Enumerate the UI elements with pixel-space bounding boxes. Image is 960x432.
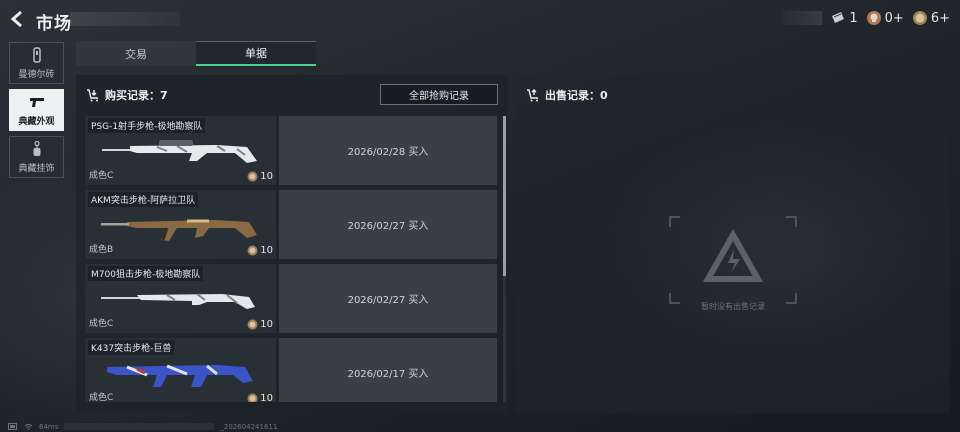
item-name: M700狙击步枪-极地勘察队 xyxy=(88,266,204,281)
ping-text: 64ms xyxy=(39,422,59,431)
all-snapup-records-button[interactable]: 全部抢购记录 xyxy=(380,84,498,105)
currency-skull-value: 0+ xyxy=(884,10,904,26)
item-price-value: 10 xyxy=(260,319,273,330)
empty-state-logo-icon xyxy=(669,216,797,304)
sniper-rifle-image xyxy=(102,140,257,163)
buy-records-panel: 购买记录：7 全部抢购记录 PSG-1射手步枪-极地勘察队 成色C 10 202… xyxy=(76,75,508,413)
sidebar-item-charms[interactable]: 典藏挂饰 xyxy=(9,136,64,178)
gold-coin-icon xyxy=(247,319,258,330)
wifi-icon xyxy=(24,424,33,430)
item-price: 10 xyxy=(247,171,273,182)
purchase-date: 2026/02/27 买入 xyxy=(279,264,497,333)
item-price-value: 10 xyxy=(260,245,273,256)
empty-state-text: 暂时没有出售记录 xyxy=(701,302,765,311)
currency-ticket[interactable]: 1 xyxy=(830,10,858,26)
assault-rifle-image xyxy=(101,219,257,241)
skull-coin-icon xyxy=(866,11,881,25)
assault-rifle-image xyxy=(107,364,253,387)
top-bar: 市场 1 0+ 6+ xyxy=(0,0,960,38)
sell-records-panel: 出售记录：0 暂时没有出售记录 xyxy=(516,75,950,413)
list-item[interactable]: AKM突击步枪-阿萨拉卫队 成色B 10 2026/02/27 买入 xyxy=(85,190,497,259)
title-decoration xyxy=(70,12,180,26)
pistol-icon xyxy=(29,98,44,107)
item-name: K437突击步枪-巨兽 xyxy=(88,340,175,355)
item-card: AKM突击步枪-阿萨拉卫队 成色B 10 xyxy=(85,190,276,259)
status-bar: 64ms _202604241611 xyxy=(8,421,277,432)
item-grade: 成色C xyxy=(89,319,114,329)
sniper-rifle-image xyxy=(101,293,255,309)
tab-trade[interactable]: 交易 xyxy=(76,41,196,66)
currency-skull[interactable]: 0+ xyxy=(866,10,904,26)
item-name: AKM突击步枪-阿萨拉卫队 xyxy=(88,192,199,207)
sidebar-item-label: 曼德尔砖 xyxy=(18,70,55,80)
gold-coin-icon xyxy=(247,171,258,182)
sell-records-header: 出售记录：0 xyxy=(526,87,608,103)
gold-coin-icon xyxy=(247,245,258,256)
tab-orders[interactable]: 单据 xyxy=(196,41,316,66)
cart-out-icon xyxy=(527,89,538,102)
battery-icon xyxy=(8,423,17,430)
sidebar-item-skins[interactable]: 典藏外观 xyxy=(9,89,64,131)
buy-records-header: 购买记录：7 xyxy=(86,87,168,103)
item-card: K437突击步枪-巨兽 成色C 10 xyxy=(85,338,276,402)
item-price: 10 xyxy=(247,319,273,330)
purchase-date: 2026/02/17 买入 xyxy=(279,338,497,402)
buy-record-list[interactable]: PSG-1射手步枪-极地勘察队 成色C 10 2026/02/28 买入 AKM… xyxy=(85,116,501,402)
version-blur xyxy=(64,423,215,430)
purchase-date: 2026/02/27 买入 xyxy=(279,190,497,259)
item-card: PSG-1射手步枪-极地勘察队 成色C 10 xyxy=(85,116,276,185)
item-price-value: 10 xyxy=(260,171,273,182)
item-grade: 成色C xyxy=(89,393,114,402)
sidebar-item-label: 典藏挂饰 xyxy=(18,164,55,174)
page-title: 市场 xyxy=(36,14,72,34)
build-text: _202604241611 xyxy=(220,422,278,431)
back-arrow-icon[interactable] xyxy=(8,9,28,29)
sidebar-item-label: 典藏外观 xyxy=(18,117,55,127)
item-card: M700狙击步枪-极地勘察队 成色C 10 xyxy=(85,264,276,333)
item-price: 10 xyxy=(247,393,273,402)
purchase-date: 2026/02/28 买入 xyxy=(279,116,497,185)
item-grade: 成色C xyxy=(89,171,114,181)
list-item[interactable]: PSG-1射手步枪-极地勘察队 成色C 10 2026/02/28 买入 xyxy=(85,116,497,185)
scroll-thumb[interactable] xyxy=(503,116,506,276)
currency-gold[interactable]: 6+ xyxy=(912,10,950,26)
item-grade: 成色B xyxy=(89,245,114,255)
item-name: PSG-1射手步枪-极地勘察队 xyxy=(88,118,206,133)
tab-bar: 交易 单据 xyxy=(76,41,316,66)
list-item[interactable]: K437突击步枪-巨兽 成色C 10 2026/02/17 买入 xyxy=(85,338,497,402)
sidebar-item-brick[interactable]: 曼德尔砖 xyxy=(9,42,64,84)
item-price-value: 10 xyxy=(260,393,273,402)
currency-gold-value: 6+ xyxy=(930,10,950,26)
list-scrollbar[interactable] xyxy=(503,116,506,402)
charm-icon xyxy=(33,140,40,156)
gold-coin-icon xyxy=(912,11,927,25)
currency-decoration xyxy=(782,11,823,25)
gold-coin-icon xyxy=(247,393,258,402)
item-price: 10 xyxy=(247,245,273,256)
currency-ticket-value: 1 xyxy=(849,10,858,26)
sell-records-title: 出售记录：0 xyxy=(545,89,608,102)
sidebar: 曼德尔砖 典藏外观 典藏挂饰 xyxy=(9,42,64,183)
currency-area: 1 0+ 6+ xyxy=(782,10,950,26)
list-item[interactable]: M700狙击步枪-极地勘察队 成色C 10 2026/02/27 买入 xyxy=(85,264,497,333)
cart-in-icon xyxy=(87,89,98,102)
buy-records-title: 购买记录：7 xyxy=(105,89,168,102)
brick-icon xyxy=(32,47,41,63)
ticket-icon xyxy=(832,12,845,23)
